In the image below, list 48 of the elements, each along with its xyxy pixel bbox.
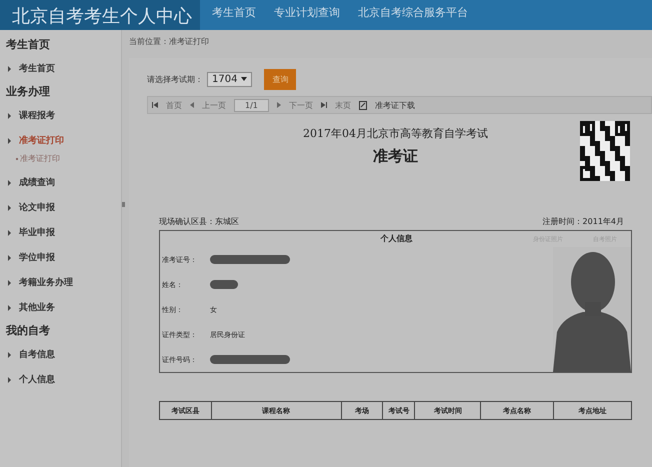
triangle-icon bbox=[8, 112, 11, 118]
redaction-bar bbox=[210, 280, 238, 289]
sidebar-item[interactable]: 个人信息 bbox=[0, 367, 121, 392]
sidebar-item[interactable]: 学位申报 bbox=[0, 245, 121, 270]
first-page-icon[interactable] bbox=[152, 102, 158, 108]
qr-code-icon bbox=[580, 120, 630, 182]
nav-link[interactable]: 专业计划查询 bbox=[274, 5, 340, 30]
sidebar-item[interactable]: 论文申报 bbox=[0, 195, 121, 220]
caret-icon bbox=[241, 77, 248, 81]
triangle-icon bbox=[8, 138, 11, 144]
sidebar-item[interactable]: 其他业务 bbox=[0, 295, 121, 320]
sidebar-item[interactable]: 成绩查询 bbox=[0, 170, 121, 195]
triangle-icon bbox=[8, 304, 11, 310]
breadcrumb: 当前位置：准考证打印 bbox=[129, 36, 210, 48]
field-label: 请选择考试期： bbox=[147, 74, 203, 84]
triangle-icon bbox=[8, 280, 11, 286]
sidebar-heading: 我的自考 bbox=[4, 323, 51, 339]
prev-page-icon[interactable] bbox=[190, 102, 194, 108]
triangle-icon bbox=[8, 204, 11, 210]
document-title: 2017年04月北京市高等教育自学考试 bbox=[302, 126, 489, 141]
download-button[interactable]: 准考证下载 bbox=[374, 100, 415, 110]
document-subtitle: 准考证 bbox=[372, 147, 419, 166]
sidebar-item[interactable]: 课程报考 bbox=[0, 103, 121, 128]
sidebar-item[interactable]: 自考信息 bbox=[0, 342, 121, 367]
exam-period-select[interactable]: 1704 bbox=[207, 72, 252, 86]
triangle-icon bbox=[8, 180, 11, 186]
sidebar-item[interactable]: 准考证打印 bbox=[0, 128, 121, 153]
section-title: 个人信息 bbox=[380, 233, 412, 245]
sidebar-heading: 业务办理 bbox=[5, 84, 51, 100]
district-text: 现场确认区县：东城区 bbox=[159, 216, 239, 227]
triangle-icon bbox=[8, 352, 11, 358]
sidebar-item[interactable]: 毕业申报 bbox=[0, 220, 121, 245]
triangle-icon bbox=[8, 66, 11, 72]
triangle-icon bbox=[8, 376, 11, 382]
site-title: 北京自考考生个人中心 bbox=[11, 5, 193, 29]
nav-link[interactable]: 考生首页 bbox=[212, 5, 256, 30]
nav-link[interactable]: 北京自考综合服务平台 bbox=[358, 5, 468, 30]
triangle-icon bbox=[8, 230, 11, 236]
sidebar-heading: 考生首页 bbox=[5, 37, 51, 53]
registration-date: 注册时间：2011年4月 bbox=[542, 216, 624, 227]
next-page-icon[interactable] bbox=[276, 102, 281, 108]
document-icon[interactable] bbox=[358, 100, 367, 110]
sidebar-item[interactable]: 考籍业务办理 bbox=[0, 270, 121, 295]
collapse-handle[interactable] bbox=[122, 202, 125, 207]
last-page-icon[interactable] bbox=[320, 102, 327, 108]
sidebar-item[interactable]: 考生首页 bbox=[0, 56, 121, 81]
triangle-icon bbox=[8, 254, 11, 260]
page-field[interactable]: 1/1 bbox=[234, 98, 269, 112]
